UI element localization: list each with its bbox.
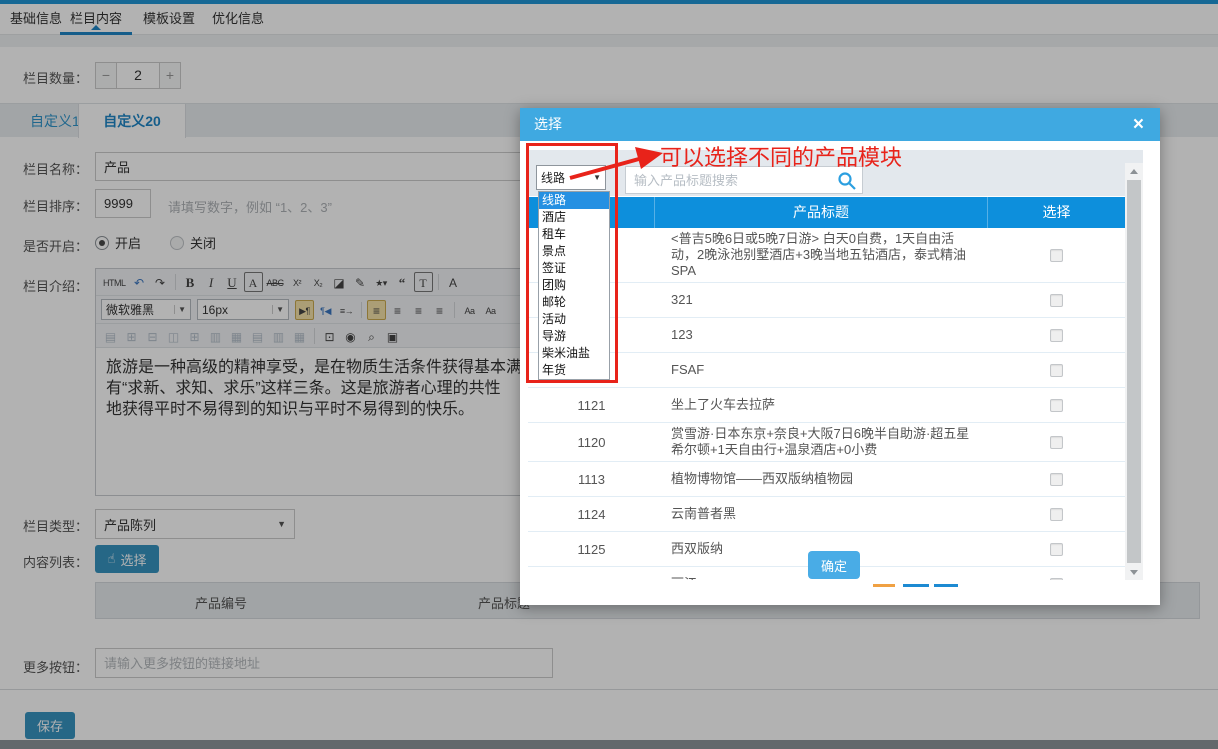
modal-table-body: <普吉5晚6日或5晚7日游> 白天0自费，1天自由活动，2晚泳池别墅酒店+3晚当… <box>528 228 1125 580</box>
modal-title: 选择 <box>534 116 562 132</box>
scroll-down-icon[interactable] <box>1125 564 1143 580</box>
annotation-text: 可以选择不同的产品模块 <box>660 140 902 172</box>
category-option[interactable]: 签证 <box>539 260 609 277</box>
category-option[interactable]: 活动 <box>539 311 609 328</box>
select-cell <box>988 364 1125 377</box>
row-checkbox[interactable] <box>1050 436 1063 449</box>
category-option[interactable]: 团购 <box>539 277 609 294</box>
modal-table-header: 产品标题 选择 <box>528 197 1125 228</box>
table-row: 1120赏雪游·日本东京+奈良+大阪7日6晚半自助游·超五星希尔顿+1天自由行+… <box>528 423 1125 462</box>
select-cell <box>988 473 1125 486</box>
modal-select-header: 选择 <box>988 197 1125 228</box>
category-option[interactable]: 年货 <box>539 362 609 379</box>
search-icon[interactable] <box>837 171 857 191</box>
category-option[interactable]: 景点 <box>539 243 609 260</box>
pagination-fragment[interactable] <box>903 584 929 587</box>
table-row: <普吉5晚6日或5晚7日游> 白天0自费，1天自由活动，2晚泳池别墅酒店+3晚当… <box>528 228 1125 283</box>
confirm-button[interactable]: 确定 <box>808 551 860 579</box>
table-row: FSAF <box>528 353 1125 388</box>
product-title-cell: 云南普者黑 <box>655 503 988 525</box>
category-option[interactable]: 租车 <box>539 226 609 243</box>
pagination-fragment-active[interactable] <box>873 584 895 587</box>
page: 基础信息 栏目内容 模板设置 优化信息 栏目数量： − 2 + 自定义19 自定… <box>0 0 1218 749</box>
category-select[interactable]: 线路 ▼ <box>536 165 606 190</box>
category-option[interactable]: 酒店 <box>539 209 609 226</box>
row-checkbox[interactable] <box>1050 364 1063 377</box>
select-cell <box>988 294 1125 307</box>
category-option[interactable]: 柴米油盐 <box>539 345 609 362</box>
product-title-cell: <普吉5晚6日或5晚7日游> 白天0自费，1天自由活动，2晚泳池别墅酒店+3晚当… <box>655 228 988 282</box>
table-row: 1124云南普者黑 <box>528 497 1125 532</box>
table-row: 1121坐上了火车去拉萨 <box>528 388 1125 423</box>
select-cell <box>988 578 1125 581</box>
select-cell <box>988 436 1125 449</box>
category-option[interactable]: 邮轮 <box>539 294 609 311</box>
row-checkbox[interactable] <box>1050 473 1063 486</box>
product-id-cell: 1121 <box>528 398 655 413</box>
row-checkbox[interactable] <box>1050 508 1063 521</box>
product-title-cell: 坐上了火车去拉萨 <box>655 394 988 416</box>
row-checkbox[interactable] <box>1050 543 1063 556</box>
select-product-modal: 选择 × 线路 ▼ 产品标题 选择 <普吉5晚6日或5晚7日游> 白天0自费，1… <box>520 108 1160 605</box>
pagination-fragment[interactable] <box>934 584 958 587</box>
category-option[interactable]: 线路 <box>539 192 609 209</box>
category-dropdown-list: 线路酒店租车景点签证团购邮轮活动导游柴米油盐年货 <box>538 191 610 380</box>
row-checkbox[interactable] <box>1050 399 1063 412</box>
product-title-cell: 321 <box>655 289 988 311</box>
select-cell <box>988 543 1125 556</box>
product-id-cell: 1125 <box>528 542 655 557</box>
scrollbar-thumb[interactable] <box>1127 180 1141 563</box>
table-row: 123 <box>528 318 1125 353</box>
scrollbar[interactable] <box>1125 163 1143 580</box>
modal-title-header: 产品标题 <box>655 197 988 228</box>
row-checkbox[interactable] <box>1050 294 1063 307</box>
close-icon[interactable]: × <box>1129 108 1148 141</box>
select-cell <box>988 508 1125 521</box>
select-cell <box>988 249 1125 262</box>
chevron-down-icon: ▼ <box>593 173 601 182</box>
scroll-up-icon[interactable] <box>1125 163 1143 179</box>
product-id-cell: 1120 <box>528 435 655 450</box>
table-row: 1113植物博物馆——西双版纳植物园 <box>528 462 1125 497</box>
product-title-cell: FSAF <box>655 359 988 381</box>
table-row: 321 <box>528 283 1125 318</box>
product-title-cell: 123 <box>655 324 988 346</box>
row-checkbox[interactable] <box>1050 578 1063 581</box>
modal-header: 选择 × <box>520 108 1160 141</box>
select-cell <box>988 329 1125 342</box>
row-checkbox[interactable] <box>1050 329 1063 342</box>
product-title-cell: 植物博物馆——西双版纳植物园 <box>655 468 988 490</box>
row-checkbox[interactable] <box>1050 249 1063 262</box>
product-title-cell: 赏雪游·日本东京+奈良+大阪7日6晚半自助游·超五星希尔顿+1天自由行+温泉酒店… <box>655 423 988 461</box>
category-option[interactable]: 导游 <box>539 328 609 345</box>
product-id-cell: 1126 <box>528 577 655 581</box>
select-cell <box>988 399 1125 412</box>
product-id-cell: 1124 <box>528 507 655 522</box>
product-id-cell: 1113 <box>528 472 655 487</box>
